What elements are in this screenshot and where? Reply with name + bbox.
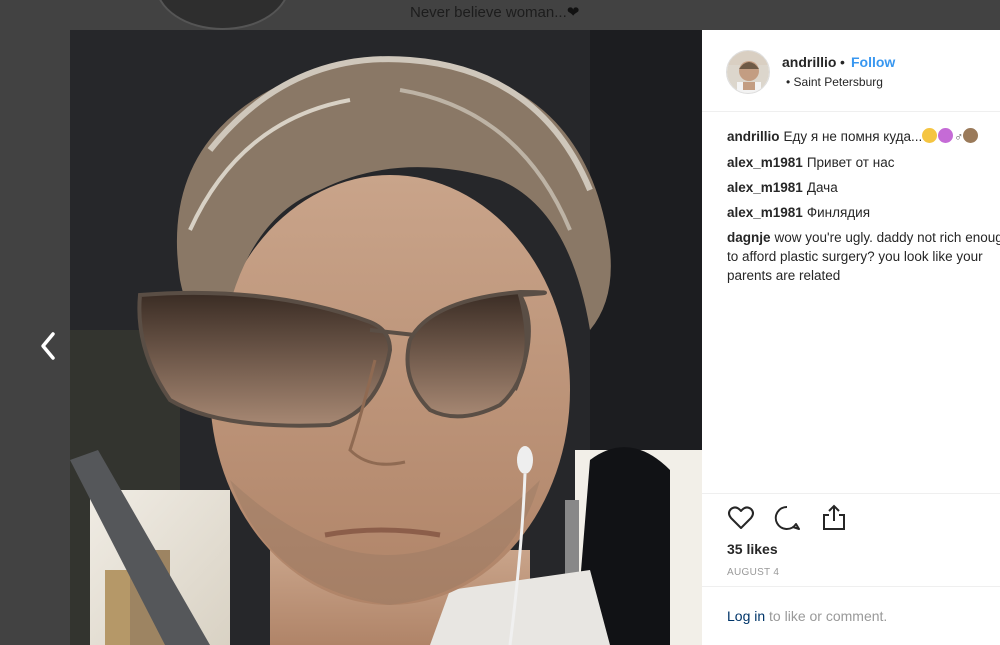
- background-caption: Never believe woman...❤: [410, 3, 579, 21]
- chevron-left-icon[interactable]: [36, 328, 62, 364]
- comment-username[interactable]: alex_m1981: [727, 180, 803, 195]
- author-avatar[interactable]: [726, 50, 770, 94]
- comment-bubble-icon[interactable]: [772, 503, 802, 533]
- post-header: andrillio • Follow • Saint Petersburg: [702, 30, 1000, 112]
- author-username[interactable]: andrillio: [782, 54, 836, 70]
- comment-text: Привет от нас: [806, 155, 895, 170]
- heart-outline-icon[interactable]: [726, 503, 756, 533]
- login-prompt-text: to like or comment.: [765, 608, 888, 624]
- comment-text: Финлядия: [806, 205, 871, 220]
- post-side-panel: andrillio • Follow • Saint Petersburg an…: [702, 30, 1000, 645]
- login-divider: [702, 586, 1000, 587]
- comment-username[interactable]: andrillio: [727, 129, 780, 144]
- comment-item: alex_m1981 Привет от нас: [727, 153, 1000, 172]
- actions-divider: [702, 493, 1000, 494]
- comment-username[interactable]: dagnje: [727, 230, 771, 245]
- person-shrugging-emoji-icon: [938, 128, 954, 143]
- comment-text: Дача: [806, 180, 838, 195]
- post-actions: [726, 503, 861, 535]
- post-location[interactable]: • Saint Petersburg: [786, 75, 883, 89]
- background-caption-text: Never believe woman...: [410, 4, 567, 21]
- male-sign-icon: ♂: [954, 130, 964, 144]
- comment-item: alex_m1981 Финлядия: [727, 203, 1000, 222]
- login-link[interactable]: Log in: [727, 608, 765, 624]
- likes-count[interactable]: 35 likes: [727, 541, 778, 557]
- black-heart-icon: ❤: [566, 4, 580, 21]
- comment-username[interactable]: alex_m1981: [727, 205, 803, 220]
- comment-item: dagnje wow you're ugly. daddy not rich en…: [727, 228, 1000, 285]
- post-date[interactable]: AUGUST 4: [727, 567, 779, 578]
- comment-username[interactable]: alex_m1981: [727, 155, 803, 170]
- login-prompt: Log in to like or comment.: [727, 608, 887, 624]
- comment-item: alex_m1981 Дача: [727, 178, 1000, 197]
- background-profile-avatar: [155, 0, 290, 30]
- comments-list: andrillio Еду я не помня куда... ♂ alex_m1…: [727, 127, 1000, 291]
- header-separator: •: [840, 54, 845, 70]
- share-icon[interactable]: [819, 503, 849, 533]
- comment-item: andrillio Еду я не помня куда... ♂: [727, 127, 1000, 147]
- comment-text: Еду я не помня куда...: [783, 129, 923, 144]
- person-emoji-icon: [963, 128, 979, 143]
- grinning-emoji-icon: [922, 128, 938, 143]
- post-photo: [70, 30, 702, 645]
- follow-button[interactable]: Follow: [851, 54, 895, 70]
